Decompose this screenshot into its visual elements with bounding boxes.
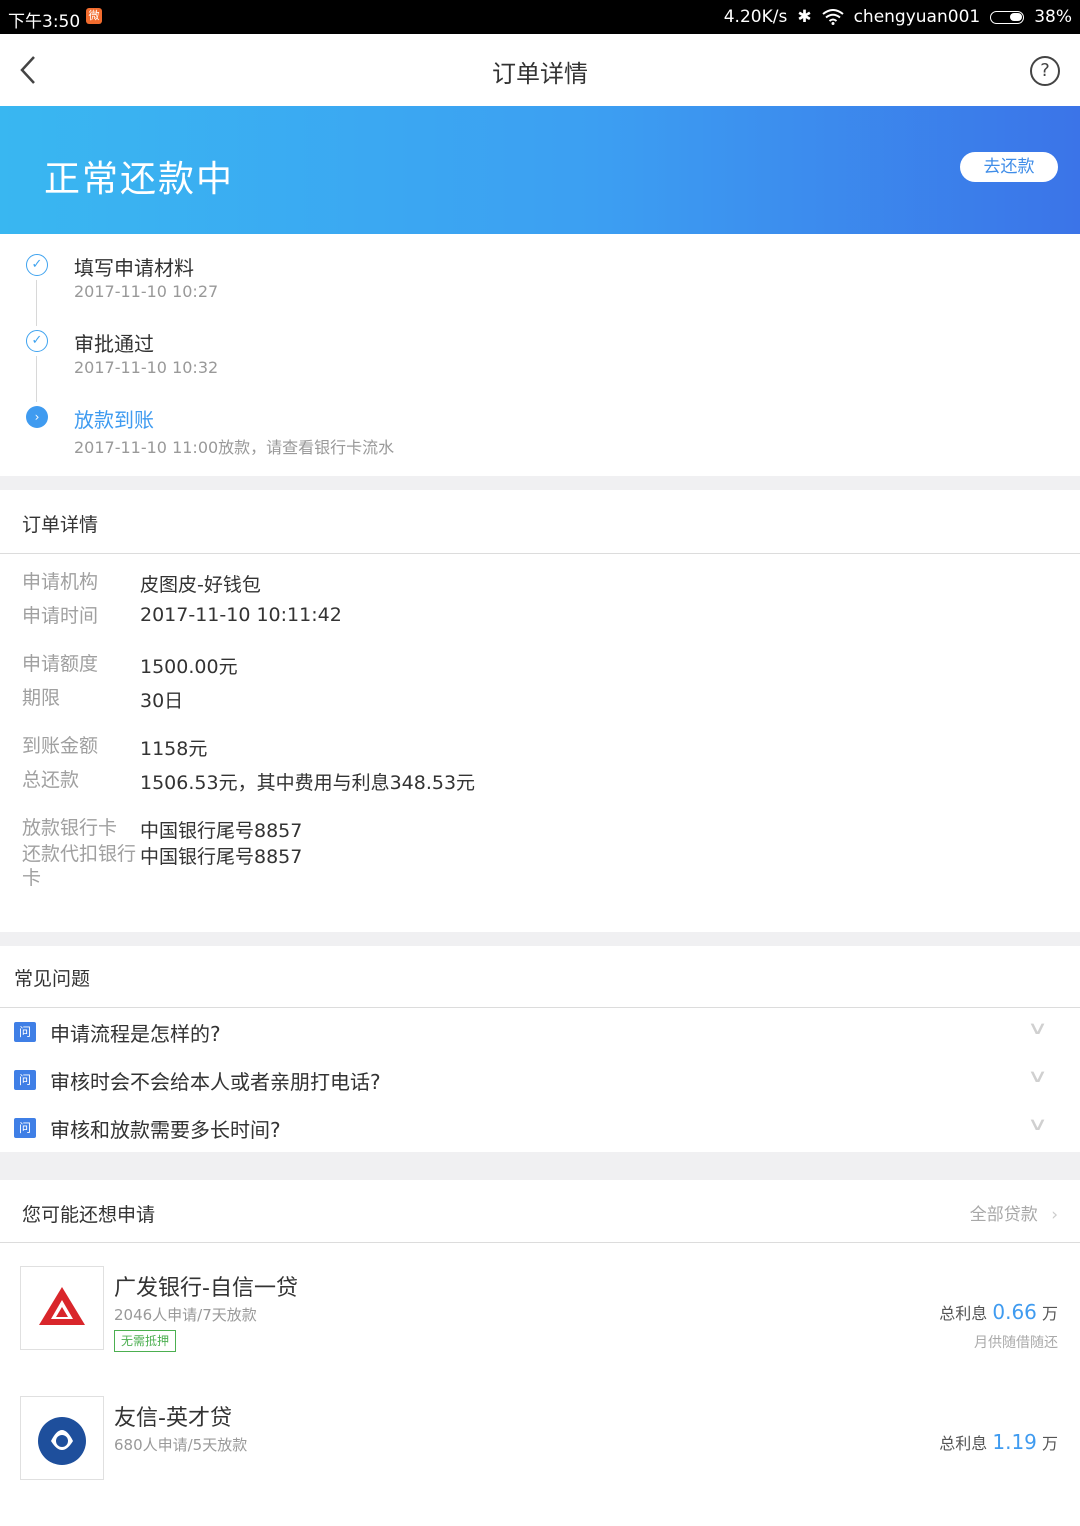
repay-button[interactable]: 去还款 [960,152,1058,182]
battery-icon [990,10,1025,24]
bluetooth-icon: ✱ [797,7,812,27]
step-title: 放款到账 [74,408,154,432]
details-section-title: 订单详情 [22,514,99,536]
loan-stats: 680人申请/5天放款 [114,1436,248,1454]
arrow-circle-icon: › [26,406,48,428]
recommend-header: 您可能还想申请 全部贷款 › [0,1180,1080,1243]
loan-card[interactable]: 广发银行-自信一贷 2046人申请/7天放款 无需抵押 总利息 0.66 万 月… [0,1266,1080,1396]
loan-interest: 总利息 1.19 万 [939,1430,1058,1454]
yx-logo-icon [38,1417,86,1465]
question-badge-icon: 问 [14,1022,36,1042]
section-divider [0,1152,1080,1180]
page-title: 订单详情 [492,60,588,88]
detail-label: 到账金额 [22,735,99,757]
step-time: 2017-11-10 10:32 [74,358,219,377]
bank-logo-icon [20,1266,104,1350]
faq-question: 审核和放款需要多长时间? [50,1118,281,1142]
gf-bank-logo-icon [39,1287,85,1325]
status-banner: 正常还款中 去还款 [0,106,1080,234]
detail-label: 申请额度 [22,653,99,675]
detail-value: 1158元 [140,738,208,760]
interest-unit: 万 [1041,1304,1058,1323]
detail-value: 1500.00元 [140,656,238,678]
chevron-down-icon: ∨ [1026,1018,1048,1039]
faq-section-title: 常见问题 [14,968,91,990]
bank-logo-icon [20,1396,104,1480]
interest-label: 总利息 [939,1304,988,1323]
chevron-down-icon: ∨ [1026,1066,1048,1087]
timeline-connector [36,280,37,326]
loan-card[interactable]: 友信-英才贷 680人申请/5天放款 总利息 1.19 万 [0,1396,1080,1526]
nav-bar: 订单详情 ? [0,34,1080,107]
battery-level: 38% [1034,7,1072,27]
timeline-connector [36,356,37,402]
wifi-icon [821,9,844,25]
question-badge-icon: 问 [14,1118,36,1138]
detail-value: 中国银行尾号8857 [140,820,303,842]
question-badge-icon: 问 [14,1070,36,1090]
faq-question: 申请流程是怎样的? [50,1022,221,1046]
step-time: 2017-11-10 10:27 [74,282,219,301]
step-title: 审批通过 [74,332,154,356]
interest-value: 1.19 [992,1430,1037,1454]
faq-header: 常见问题 [0,946,1080,1008]
detail-label: 放款银行卡 [22,817,118,839]
repayment-note: 月供随借随还 [974,1335,1058,1351]
loan-status: 正常还款中 [44,159,235,200]
detail-label: 还款代扣银行卡 [22,843,137,889]
loan-stats: 2046人申请/7天放款 [114,1306,257,1324]
faq-item[interactable]: 问 审核时会不会给本人或者亲朋打电话? ∨ [0,1056,1080,1104]
question-circle-icon: ? [1040,60,1050,81]
check-circle-icon: ✓ [26,254,48,276]
details-header: 订单详情 [0,490,1080,554]
chevron-down-icon: ∨ [1026,1114,1048,1135]
help-button[interactable]: ? [1030,56,1060,86]
faq-item[interactable]: 问 审核和放款需要多长时间? ∨ [0,1104,1080,1152]
status-time: 下午3:50 [8,12,81,32]
step-title: 填写申请材料 [74,256,194,280]
check-circle-icon: ✓ [26,330,48,352]
step-time: 2017-11-10 11:00放款，请查看银行卡流水 [74,438,395,457]
faq-item[interactable]: 问 申请流程是怎样的? ∨ [0,1008,1080,1056]
details-body: 申请机构 皮图皮-好钱包 申请时间 2017-11-10 10:11:42 申请… [0,554,1080,932]
interest-label: 总利息 [939,1434,988,1453]
detail-value: 中国银行尾号8857 [140,846,303,868]
interest-value: 0.66 [992,1300,1037,1324]
no-collateral-badge: 无需抵押 [114,1330,177,1352]
detail-label: 申请时间 [22,605,99,627]
status-right: 4.20K/s ✱ chengyuan001 38% [724,7,1072,27]
chevron-right-icon: › [1051,1205,1058,1225]
section-divider [0,932,1080,946]
detail-label: 申请机构 [22,571,99,593]
detail-value: 1506.53元，其中费用与利息348.53元 [140,772,476,794]
app-notification-icon: 微 [86,8,102,24]
loan-interest: 总利息 0.66 万 [939,1300,1058,1324]
recommend-section-title: 您可能还想申请 [22,1204,156,1226]
network-speed: 4.20K/s [723,7,788,27]
detail-label: 期限 [22,687,61,709]
all-loans-label: 全部贷款 [969,1205,1038,1225]
loan-name: 友信-英才贷 [114,1406,232,1431]
status-bar: 下午3:50 微 4.20K/s ✱ chengyuan001 38% [0,0,1080,34]
detail-value: 2017-11-10 10:11:42 [140,604,342,626]
detail-value: 皮图皮-好钱包 [140,574,261,596]
loan-name: 广发银行-自信一贷 [114,1276,298,1301]
progress-timeline: ✓ 填写申请材料 2017-11-10 10:27 ✓ 审批通过 2017-11… [0,234,1080,476]
faq-question: 审核时会不会给本人或者亲朋打电话? [50,1070,381,1094]
section-divider [0,476,1080,490]
all-loans-link[interactable]: 全部贷款 › [970,1200,1058,1225]
network-name: chengyuan001 [853,7,981,27]
detail-value: 30日 [140,690,184,712]
detail-label: 总还款 [22,769,80,791]
interest-unit: 万 [1041,1434,1058,1453]
